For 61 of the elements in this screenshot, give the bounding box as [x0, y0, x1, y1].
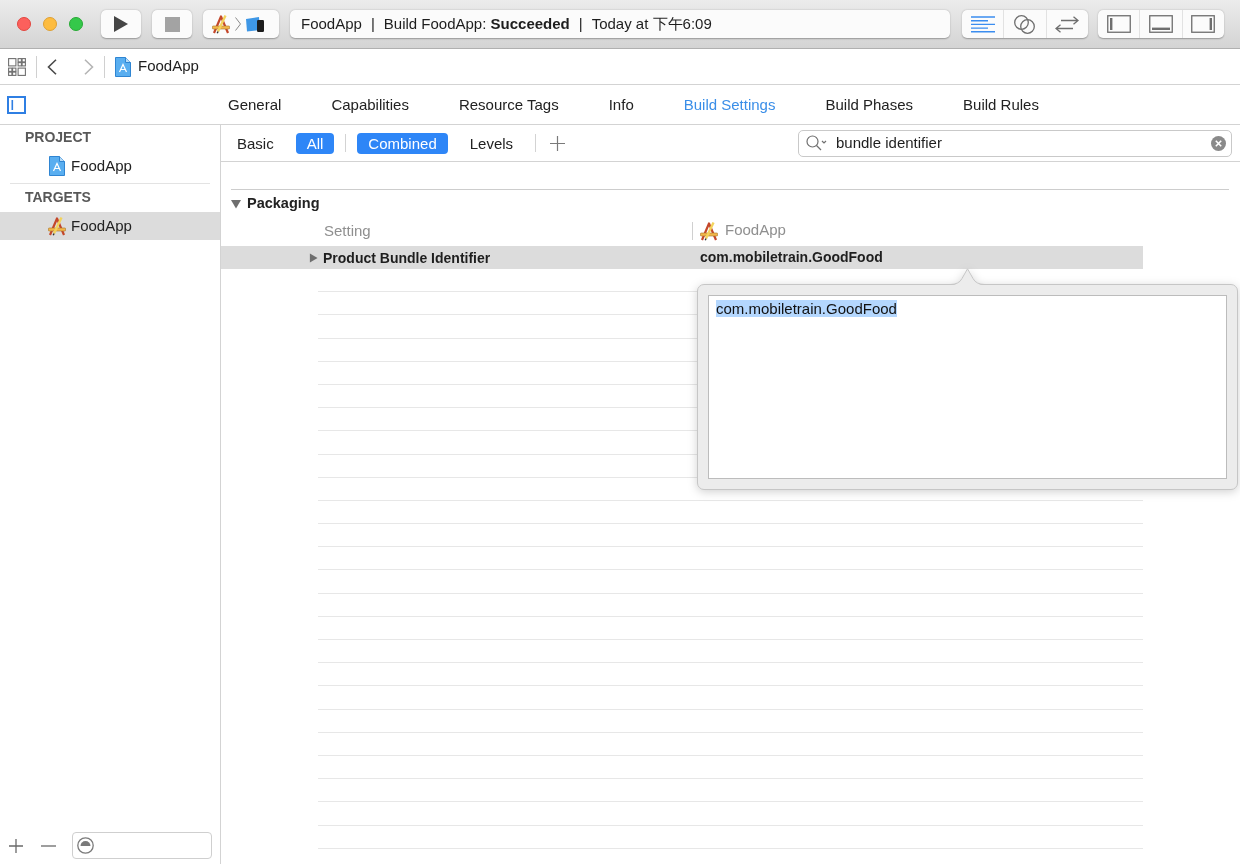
section-title: Packaging [247, 194, 320, 214]
scope-button[interactable]: All [295, 132, 335, 154]
disclosure-triangle-icon[interactable] [309, 252, 318, 263]
project-file-icon [49, 156, 65, 176]
pipe-separator: | [370, 13, 375, 34]
sidebar-toggle-icon[interactable] [7, 95, 26, 114]
activity-text: Build FoodApp: Succeeded [383, 13, 570, 34]
overlapping-circles-icon [1014, 14, 1036, 34]
activity-text: Today at 下午6:09 [591, 13, 712, 34]
setting-row[interactable]: Product Bundle Identifier com.mobiletrain.GoodFood [221, 246, 1143, 269]
scheme-button[interactable] [203, 10, 279, 38]
tab[interactable]: Capabilities [331, 94, 409, 115]
filter-field[interactable] [72, 832, 212, 859]
minus-icon[interactable] [41, 844, 56, 847]
clear-icon[interactable] [1211, 135, 1226, 151]
half-filled-circle-icon [77, 837, 94, 854]
run-button[interactable] [101, 10, 141, 38]
zoom-button[interactable] [69, 17, 83, 31]
section-header: PROJECT [25, 127, 92, 147]
sidebar-item-label: FoodApp [71, 215, 132, 236]
plus-icon[interactable] [9, 838, 23, 853]
device-icon [245, 16, 265, 32]
tab[interactable]: General [228, 94, 282, 115]
chevron-right-icon [235, 17, 241, 31]
grid-icon[interactable] [8, 57, 26, 76]
breadcrumb-item[interactable]: FoodApp [138, 55, 199, 78]
sidebar-item[interactable]: FoodApp [0, 212, 220, 240]
search-icon [806, 135, 827, 151]
scope-button[interactable]: Basic [226, 132, 285, 154]
view-button[interactable]: Levels [458, 132, 525, 154]
plus-icon[interactable] [550, 135, 566, 151]
app-target-icon [47, 216, 67, 236]
tab[interactable]: Build Phases [825, 94, 914, 115]
search-field[interactable]: bundle identifier [798, 129, 1232, 157]
disclosure-triangle-icon[interactable] [231, 199, 241, 209]
setting-value: com.mobiletrain.GoodFood [700, 248, 883, 267]
pipe-separator: | [578, 13, 583, 34]
stop-icon [164, 16, 180, 32]
lines-icon [970, 15, 995, 33]
right-panel-icon [1191, 15, 1216, 33]
left-panel-icon [1106, 15, 1131, 33]
app-target-icon [211, 14, 231, 34]
bottom-panel-icon [1149, 15, 1173, 33]
project-file-icon [115, 56, 131, 77]
app-target-icon [699, 220, 719, 241]
swap-arrows-icon [1055, 15, 1080, 33]
column-header: FoodApp [725, 220, 786, 241]
setting-name: Product Bundle Identifier [323, 249, 491, 266]
activity-text: FoodApp [301, 13, 362, 34]
view-button[interactable]: Combined [357, 132, 448, 154]
sidebar-item[interactable]: FoodApp [0, 152, 220, 180]
tab[interactable]: Build Rules [963, 94, 1039, 115]
back-chevron-icon[interactable] [47, 58, 57, 75]
sidebar-item-label: FoodApp [71, 155, 132, 176]
tab[interactable]: Resource Tags [458, 94, 559, 115]
tab[interactable]: Info [608, 94, 634, 115]
text-area[interactable]: com.mobiletrain.GoodFood [708, 295, 1227, 479]
play-icon [114, 16, 128, 32]
column-header: Setting [324, 221, 371, 239]
close-button[interactable] [17, 17, 31, 31]
section-header: TARGETS [25, 187, 91, 207]
